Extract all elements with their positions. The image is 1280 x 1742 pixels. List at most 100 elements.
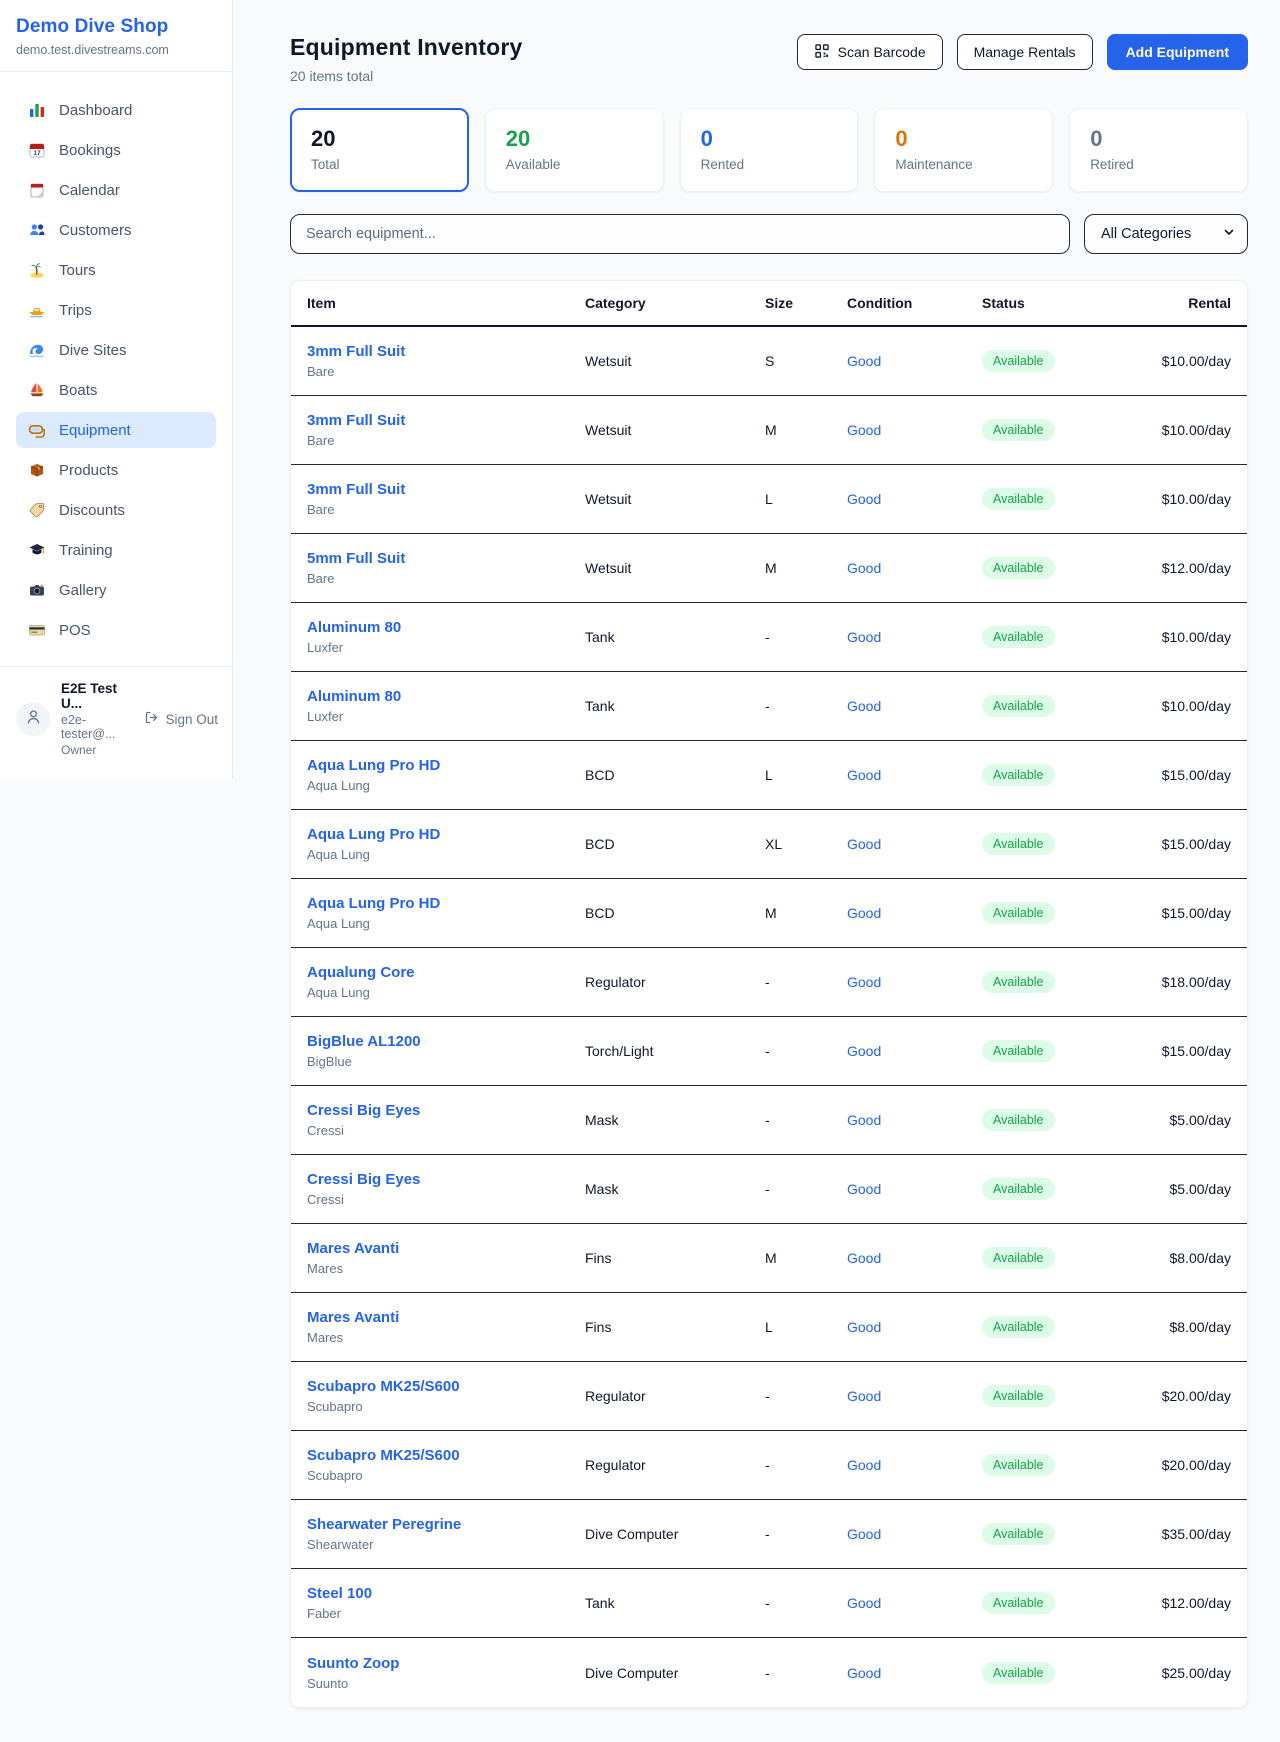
- item-name-link[interactable]: Aluminum 80: [307, 688, 585, 705]
- stat-card[interactable]: 0 Rented: [680, 108, 859, 192]
- barcode-icon: [814, 43, 830, 62]
- item-name-link[interactable]: BigBlue AL1200: [307, 1033, 585, 1050]
- stat-label: Rented: [701, 157, 838, 172]
- item-condition-link[interactable]: Good: [847, 1388, 982, 1404]
- item-name-link[interactable]: 3mm Full Suit: [307, 481, 585, 498]
- item-condition-link[interactable]: Good: [847, 422, 982, 438]
- item-condition-link[interactable]: Good: [847, 698, 982, 714]
- header-actions: Scan Barcode Manage Rentals Add Equipmen…: [797, 34, 1248, 70]
- item-size: -: [765, 1665, 847, 1681]
- item-condition-link[interactable]: Good: [847, 836, 982, 852]
- item-brand: Bare: [307, 364, 585, 379]
- item-condition-link[interactable]: Good: [847, 1665, 982, 1681]
- item-brand: Aqua Lung: [307, 847, 585, 862]
- wave-icon: [28, 341, 46, 359]
- item-name-link[interactable]: Cressi Big Eyes: [307, 1171, 585, 1188]
- sidebar-item-training[interactable]: Training: [16, 532, 216, 568]
- item-condition-link[interactable]: Good: [847, 560, 982, 576]
- item-condition-link[interactable]: Good: [847, 353, 982, 369]
- stat-card[interactable]: 20 Available: [485, 108, 664, 192]
- item-rental-rate: $25.00/day: [1142, 1665, 1231, 1681]
- status-badge: Available: [982, 1523, 1055, 1545]
- sidebar-item-pos[interactable]: POS: [16, 612, 216, 648]
- item-condition-link[interactable]: Good: [847, 1457, 982, 1473]
- item-condition-link[interactable]: Good: [847, 905, 982, 921]
- item-condition-link[interactable]: Good: [847, 1112, 982, 1128]
- manage-rentals-button[interactable]: Manage Rentals: [957, 34, 1093, 70]
- item-name-link[interactable]: Aqua Lung Pro HD: [307, 757, 585, 774]
- sidebar-item-gallery[interactable]: Gallery: [16, 572, 216, 608]
- item-condition-link[interactable]: Good: [847, 1526, 982, 1542]
- item-condition-link[interactable]: Good: [847, 1043, 982, 1059]
- item-name-link[interactable]: Aqualung Core: [307, 964, 585, 981]
- item-name-link[interactable]: Aqua Lung Pro HD: [307, 895, 585, 912]
- table-header-row: Item Category Size Condition Status Rent…: [291, 281, 1247, 327]
- sidebar-item-customers[interactable]: Customers: [16, 212, 216, 248]
- item-name-link[interactable]: Steel 100: [307, 1585, 585, 1602]
- sidebar-item-label: Dashboard: [59, 102, 132, 119]
- item-brand: Suunto: [307, 1676, 585, 1691]
- table-row: Aluminum 80 Luxfer Tank - Good Available…: [291, 603, 1247, 672]
- status-badge: Available: [982, 1385, 1055, 1407]
- item-name-link[interactable]: Aqua Lung Pro HD: [307, 826, 585, 843]
- item-rental-rate: $8.00/day: [1142, 1250, 1231, 1266]
- item-name-link[interactable]: Mares Avanti: [307, 1309, 585, 1326]
- sidebar-item-label: Dive Sites: [59, 342, 127, 359]
- item-condition-link[interactable]: Good: [847, 1181, 982, 1197]
- item-condition-link[interactable]: Good: [847, 629, 982, 645]
- item-name-link[interactable]: Cressi Big Eyes: [307, 1102, 585, 1119]
- item-name-link[interactable]: 5mm Full Suit: [307, 550, 585, 567]
- item-name-link[interactable]: Shearwater Peregrine: [307, 1516, 585, 1533]
- sidebar-item-calendar[interactable]: Calendar: [16, 172, 216, 208]
- sidebar-nav: Dashboard 17 Bookings Calendar Customers…: [0, 72, 232, 666]
- scan-barcode-button[interactable]: Scan Barcode: [797, 34, 943, 70]
- item-name-link[interactable]: 3mm Full Suit: [307, 412, 585, 429]
- item-name-link[interactable]: Scubapro MK25/S600: [307, 1378, 585, 1395]
- sidebar-item-label: Customers: [59, 222, 132, 239]
- add-equipment-button[interactable]: Add Equipment: [1107, 34, 1248, 70]
- item-size: M: [765, 560, 847, 576]
- item-name-link[interactable]: 3mm Full Suit: [307, 343, 585, 360]
- search-input[interactable]: [290, 214, 1070, 254]
- stat-card[interactable]: 0 Maintenance: [874, 108, 1053, 192]
- sidebar-item-discounts[interactable]: Discounts: [16, 492, 216, 528]
- category-select[interactable]: All Categories: [1084, 214, 1248, 254]
- item-name-link[interactable]: Scubapro MK25/S600: [307, 1447, 585, 1464]
- sidebar-item-bookings[interactable]: 17 Bookings: [16, 132, 216, 168]
- sidebar-item-tours[interactable]: Tours: [16, 252, 216, 288]
- item-brand: BigBlue: [307, 1054, 585, 1069]
- sidebar-item-boats[interactable]: Boats: [16, 372, 216, 408]
- item-condition-link[interactable]: Good: [847, 1595, 982, 1611]
- item-brand: Bare: [307, 502, 585, 517]
- item-brand: Cressi: [307, 1123, 585, 1138]
- sidebar-item-dive-sites[interactable]: Dive Sites: [16, 332, 216, 368]
- item-name-link[interactable]: Suunto Zoop: [307, 1655, 585, 1672]
- item-rental-rate: $8.00/day: [1142, 1319, 1231, 1335]
- item-condition-link[interactable]: Good: [847, 974, 982, 990]
- item-condition-link[interactable]: Good: [847, 1250, 982, 1266]
- user-section: E2E Test U... e2e-tester@... Owner Sign …: [0, 666, 232, 773]
- item-condition-link[interactable]: Good: [847, 1319, 982, 1335]
- shop-domain: demo.test.divestreams.com: [16, 43, 216, 57]
- status-badge: Available: [982, 1316, 1055, 1338]
- item-category: Regulator: [585, 974, 765, 990]
- sidebar-item-equipment[interactable]: Equipment: [16, 412, 216, 448]
- item-size: -: [765, 1457, 847, 1473]
- item-category: Fins: [585, 1250, 765, 1266]
- sidebar-item-trips[interactable]: Trips: [16, 292, 216, 328]
- sidebar-item-dashboard[interactable]: Dashboard: [16, 92, 216, 128]
- sidebar-header: Demo Dive Shop demo.test.divestreams.com: [0, 0, 232, 72]
- sign-out-button[interactable]: Sign Out: [144, 710, 218, 728]
- stat-card[interactable]: 0 Retired: [1069, 108, 1248, 192]
- main-content: Equipment Inventory 20 items total Scan …: [290, 34, 1248, 1708]
- status-badge: Available: [982, 833, 1055, 855]
- item-name-link[interactable]: Aluminum 80: [307, 619, 585, 636]
- item-name-link[interactable]: Mares Avanti: [307, 1240, 585, 1257]
- item-condition-link[interactable]: Good: [847, 767, 982, 783]
- item-condition-link[interactable]: Good: [847, 491, 982, 507]
- status-badge: Available: [982, 971, 1055, 993]
- user-email: e2e-tester@...: [61, 713, 133, 741]
- item-size: -: [765, 1526, 847, 1542]
- stat-card[interactable]: 20 Total: [290, 108, 469, 192]
- sidebar-item-products[interactable]: Products: [16, 452, 216, 488]
